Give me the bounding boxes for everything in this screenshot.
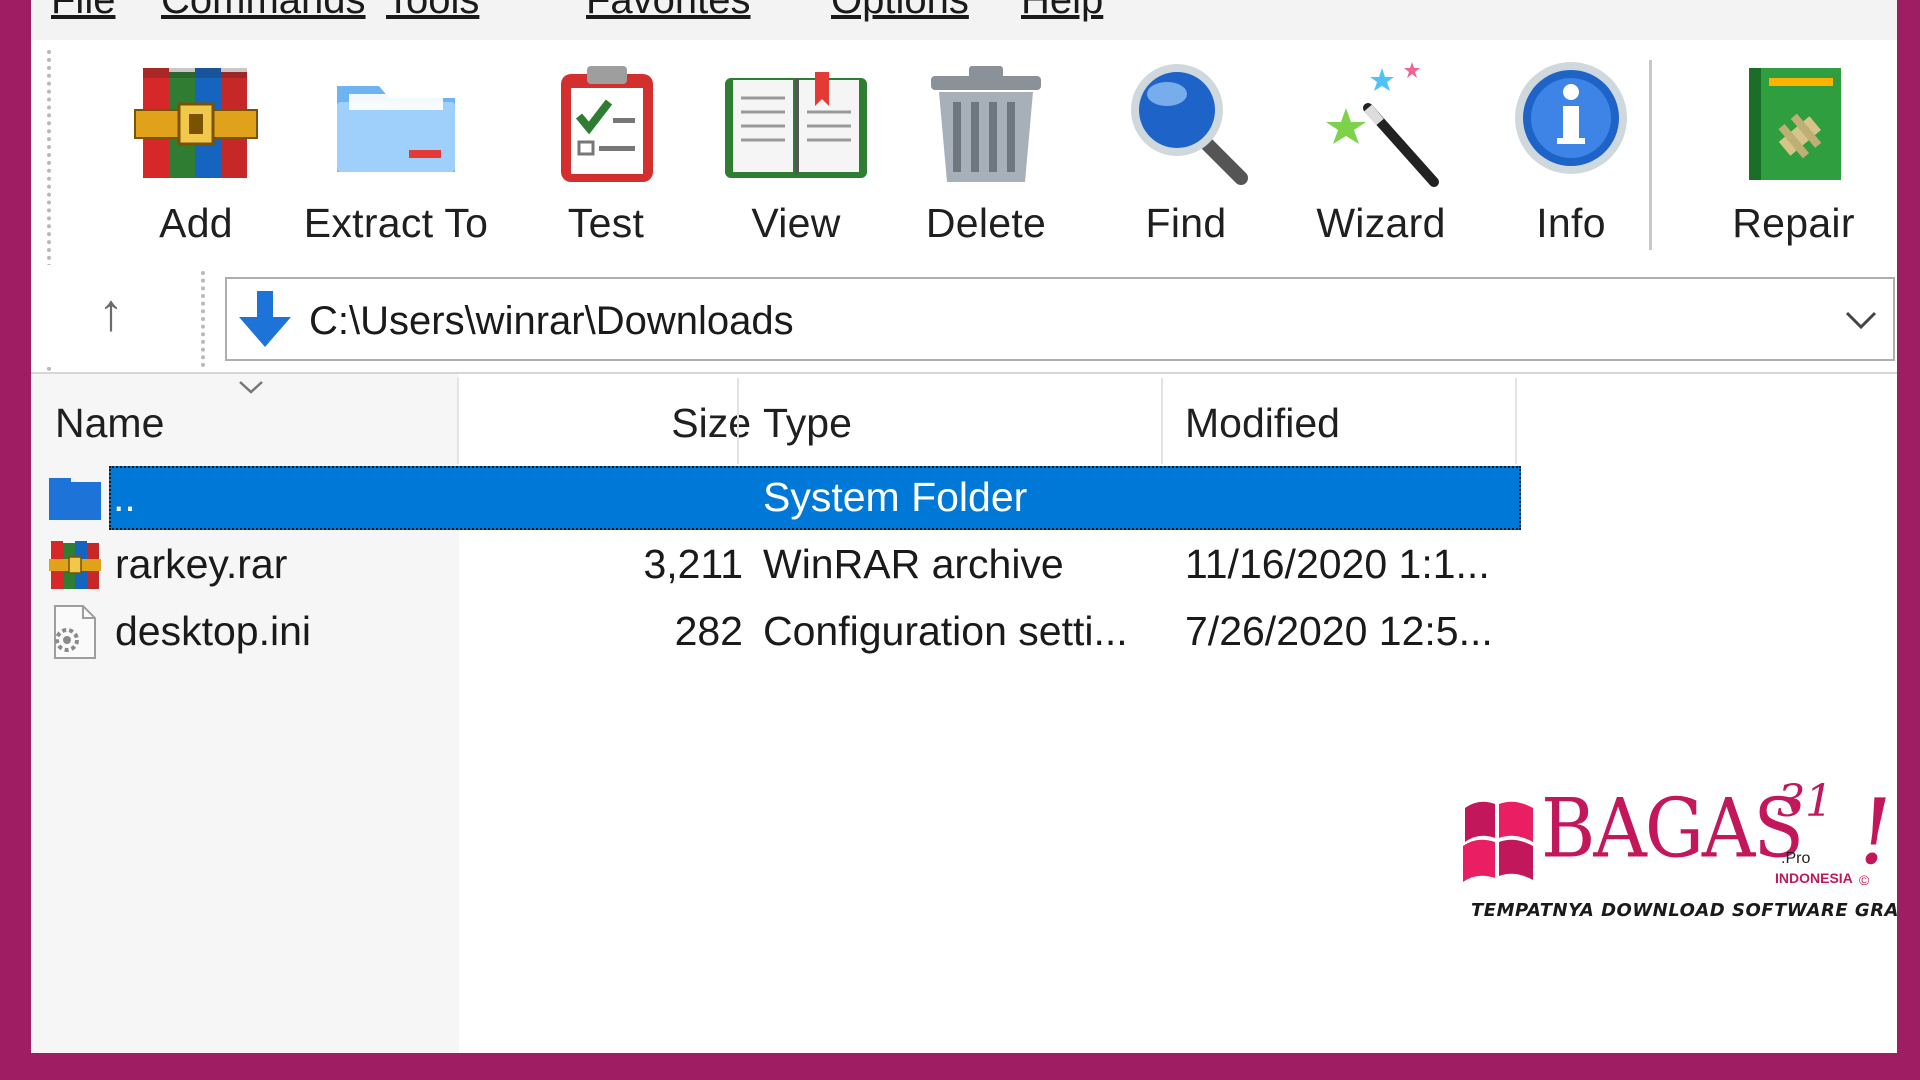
extract-to-button-label: Extract To (303, 200, 489, 246)
wizard-button[interactable]: Wizard (1296, 58, 1466, 258)
menu-tools[interactable]: Tools (386, 0, 479, 23)
table-row[interactable]: desktop.ini 282 Configuration setti... 7… (31, 600, 1521, 664)
magnifier-icon (1121, 58, 1251, 188)
column-header-type-label: Type (763, 399, 852, 446)
test-button-label: Test (567, 200, 645, 246)
arrow-down-icon (237, 289, 293, 349)
arrow-up-icon: ↑ (98, 284, 124, 342)
watermark-brand: BAGAS (1541, 781, 1804, 877)
watermark-logo: BAGAS 31 ! .Pro INDONESIA © TEMPATNYA DO… (1459, 776, 1897, 930)
address-grip[interactable] (201, 271, 205, 367)
test-button[interactable]: Test (531, 58, 681, 258)
watermark-region: INDONESIA (1775, 870, 1853, 886)
file-type: Configuration setti... (763, 608, 1128, 654)
watermark-number: 31 (1777, 776, 1833, 827)
file-size: 3,211 (643, 541, 743, 587)
menu-favorites[interactable]: Favorites (586, 0, 751, 23)
view-button[interactable]: View (716, 58, 876, 258)
open-book-icon (725, 58, 867, 188)
rar-archive-icon (47, 537, 103, 593)
toolbar-separator (1649, 60, 1652, 250)
delete-button[interactable]: Delete (901, 58, 1071, 258)
extract-to-button[interactable]: Extract To (296, 58, 496, 258)
copyright-icon: © (1859, 872, 1870, 888)
column-header-modified-label: Modified (1185, 399, 1340, 446)
find-button-label: Find (1145, 200, 1227, 246)
file-name: .. (113, 474, 136, 520)
file-modified: 7/26/2020 12:5... (1185, 608, 1493, 654)
table-row[interactable]: .. System Folder (31, 466, 1521, 530)
file-name: rarkey.rar (115, 541, 288, 587)
delete-button-label: Delete (925, 200, 1047, 246)
column-divider[interactable] (1515, 378, 1517, 464)
repair-button-label: Repair (1732, 200, 1855, 246)
column-header-name-label: Name (55, 399, 165, 446)
menu-bar: File Commands Tools Favorites Options He… (31, 0, 1897, 40)
menu-help[interactable]: Help (1021, 0, 1103, 23)
view-button-label: View (751, 200, 841, 246)
winrar-window: File Commands Tools Favorites Options He… (31, 0, 1897, 1053)
menu-commands[interactable]: Commands (161, 0, 366, 23)
menu-options[interactable]: Options (831, 0, 969, 23)
file-size: 282 (674, 608, 743, 654)
repair-button[interactable]: Repair (1711, 58, 1876, 258)
find-button[interactable]: Find (1116, 58, 1256, 258)
address-bar-row: ↑ C:\Users\winrar\Downloads (31, 265, 1897, 367)
info-button-label: Info (1536, 200, 1606, 246)
menu-file[interactable]: File (51, 0, 115, 23)
trash-can-icon (921, 58, 1051, 188)
windows-flag-icon (1459, 788, 1539, 888)
file-type: WinRAR archive (763, 541, 1064, 587)
column-divider[interactable] (457, 378, 459, 464)
file-type: System Folder (763, 474, 1028, 520)
column-header-name[interactable]: Name (55, 378, 455, 468)
address-path: C:\Users\winrar\Downloads (309, 299, 794, 343)
archive-books-icon (131, 58, 261, 188)
add-button[interactable]: Add (111, 58, 281, 258)
address-field[interactable]: C:\Users\winrar\Downloads (225, 277, 1895, 361)
repair-book-icon (1729, 58, 1859, 188)
info-button[interactable]: Info (1501, 58, 1641, 258)
folder-icon (331, 58, 461, 188)
watermark-suffix: .Pro (1781, 850, 1811, 867)
chevron-down-icon[interactable] (1843, 301, 1879, 337)
info-icon (1506, 58, 1636, 188)
table-row[interactable]: rarkey.rar 3,211 WinRAR archive 11/16/20… (31, 533, 1521, 597)
file-name: desktop.ini (115, 608, 312, 654)
file-list: Name Size Type Modified .. System Folder… (31, 372, 1897, 1053)
folder-icon (47, 470, 103, 526)
clipboard-check-icon (541, 58, 671, 188)
watermark-tagline: TEMPATNYA DOWNLOAD SOFTWARE GRATIS (1471, 900, 1897, 921)
column-header-type[interactable]: Type (763, 378, 1143, 468)
toolbar: Add Extract To Test View Delete Find Wiz… (31, 40, 1897, 395)
add-button-label: Add (159, 200, 233, 246)
column-header-size[interactable]: Size (461, 378, 751, 468)
wizard-button-label: Wizard (1316, 200, 1446, 246)
magic-wand-icon (1316, 58, 1446, 188)
up-folder-button[interactable]: ↑ (81, 283, 141, 343)
config-file-icon (47, 604, 103, 660)
column-header-size-label: Size (671, 399, 751, 446)
column-divider[interactable] (737, 378, 739, 464)
column-divider[interactable] (1161, 378, 1163, 464)
column-header-modified[interactable]: Modified (1185, 378, 1515, 468)
file-modified: 11/16/2020 1:1... (1185, 541, 1490, 587)
